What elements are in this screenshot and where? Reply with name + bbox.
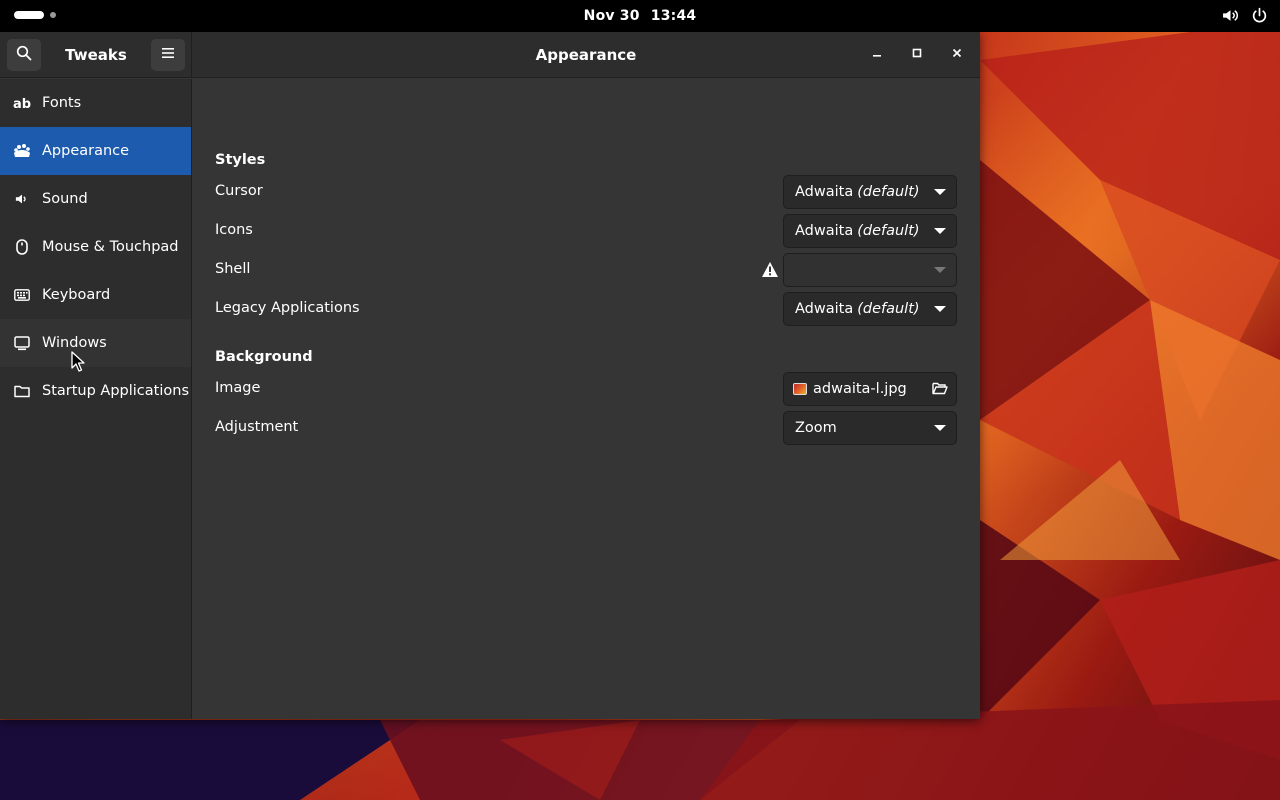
shell-dropdown[interactable]: [783, 253, 957, 287]
cursor-default-suffix: (default): [857, 184, 920, 200]
minimize-icon: [871, 47, 883, 63]
main-header: Appearance: [192, 32, 980, 78]
appearance-panel: Styles Cursor Adwaita (default) Icons Ad…: [193, 79, 980, 719]
windows-icon: [13, 334, 31, 352]
legacy-applications-dropdown[interactable]: Adwaita (default): [783, 292, 957, 326]
sidebar-item-mouse-touchpad[interactable]: Mouse & Touchpad: [0, 223, 191, 271]
sidebar-item-label: Keyboard: [42, 287, 111, 303]
adjustment-dropdown[interactable]: Zoom: [783, 411, 957, 445]
folder-icon: [13, 382, 31, 400]
icons-dropdown[interactable]: Adwaita (default): [783, 214, 957, 248]
page-title: Appearance: [535, 46, 637, 64]
keyboard-icon: [13, 286, 31, 304]
cursor-value: Adwaita: [795, 184, 854, 200]
power-icon[interactable]: [1251, 7, 1268, 24]
image-file-name: adwaita-l.jpg: [813, 381, 907, 397]
appearance-icon: [13, 142, 31, 160]
sidebar-item-label: Mouse & Touchpad: [42, 239, 179, 255]
mouse-pointer-icon: [71, 351, 85, 376]
fonts-icon: ab: [13, 94, 31, 112]
top-bar: Nov 30 13:44: [0, 0, 1280, 32]
sidebar-item-startup-applications[interactable]: Startup Applications: [0, 367, 191, 415]
close-icon: [951, 47, 963, 63]
hamburger-menu-icon: [160, 45, 176, 65]
close-button[interactable]: [945, 43, 969, 67]
svg-text:ab: ab: [13, 97, 31, 110]
sidebar-header: Tweaks: [0, 32, 192, 78]
sound-icon: [13, 190, 31, 208]
shell-label: Shell: [215, 261, 251, 277]
legacy-default-suffix: (default): [857, 301, 920, 317]
sidebar-item-label: Windows: [42, 335, 107, 351]
search-icon: [16, 45, 32, 65]
legacy-applications-label: Legacy Applications: [215, 300, 360, 316]
sidebar-item-label: Startup Applications: [42, 383, 189, 399]
legacy-applications-value: Adwaita: [795, 301, 854, 317]
sidebar-item-keyboard[interactable]: Keyboard: [0, 271, 191, 319]
image-thumbnail-icon: [793, 383, 807, 395]
clock-date: Nov 30: [583, 8, 640, 24]
background-section-title: Background: [215, 349, 313, 365]
workspace-indicator-active: [14, 11, 44, 19]
mouse-icon: [13, 238, 31, 256]
icons-label: Icons: [215, 222, 253, 238]
image-label: Image: [215, 380, 261, 396]
warning-icon: [761, 261, 779, 279]
styles-section-title: Styles: [215, 152, 266, 168]
sidebar-item-sound[interactable]: Sound: [0, 175, 191, 223]
tweaks-window: Tweaks Appearance ab Fonts Appearance So…: [0, 32, 980, 719]
chevron-down-icon: [934, 189, 946, 195]
search-button[interactable]: [7, 39, 41, 71]
sidebar: ab Fonts Appearance Sound Mouse & Touchp…: [0, 79, 192, 719]
sidebar-item-windows[interactable]: Windows: [0, 319, 191, 367]
sidebar-item-appearance[interactable]: Appearance: [0, 127, 191, 175]
sidebar-item-label: Fonts: [42, 95, 82, 111]
icons-default-suffix: (default): [857, 223, 920, 239]
main-menu-button[interactable]: [151, 39, 185, 71]
maximize-button[interactable]: [905, 43, 929, 67]
maximize-icon: [911, 47, 923, 63]
activities-button[interactable]: [14, 11, 56, 19]
cursor-label: Cursor: [215, 183, 263, 199]
icons-value: Adwaita: [795, 223, 854, 239]
chevron-down-icon: [934, 306, 946, 312]
app-title: Tweaks: [65, 46, 127, 64]
adjustment-label: Adjustment: [215, 419, 299, 435]
clock-time: 13:44: [650, 8, 697, 24]
adjustment-value: Zoom: [795, 420, 837, 436]
workspace-indicator: [50, 12, 56, 18]
chevron-down-icon: [934, 425, 946, 431]
chevron-down-icon: [934, 267, 946, 273]
cursor-dropdown[interactable]: Adwaita (default): [783, 175, 957, 209]
sidebar-item-fonts[interactable]: ab Fonts: [0, 79, 191, 127]
minimize-button[interactable]: [865, 43, 889, 67]
chevron-down-icon: [934, 228, 946, 234]
folder-open-icon: [932, 381, 948, 399]
sidebar-item-label: Appearance: [42, 143, 130, 159]
clock[interactable]: Nov 30 13:44: [581, 8, 700, 24]
image-file-chooser[interactable]: adwaita-l.jpg: [783, 372, 957, 406]
sidebar-item-label: Sound: [42, 191, 88, 207]
volume-icon[interactable]: [1222, 7, 1239, 24]
system-tray[interactable]: [1222, 7, 1268, 24]
